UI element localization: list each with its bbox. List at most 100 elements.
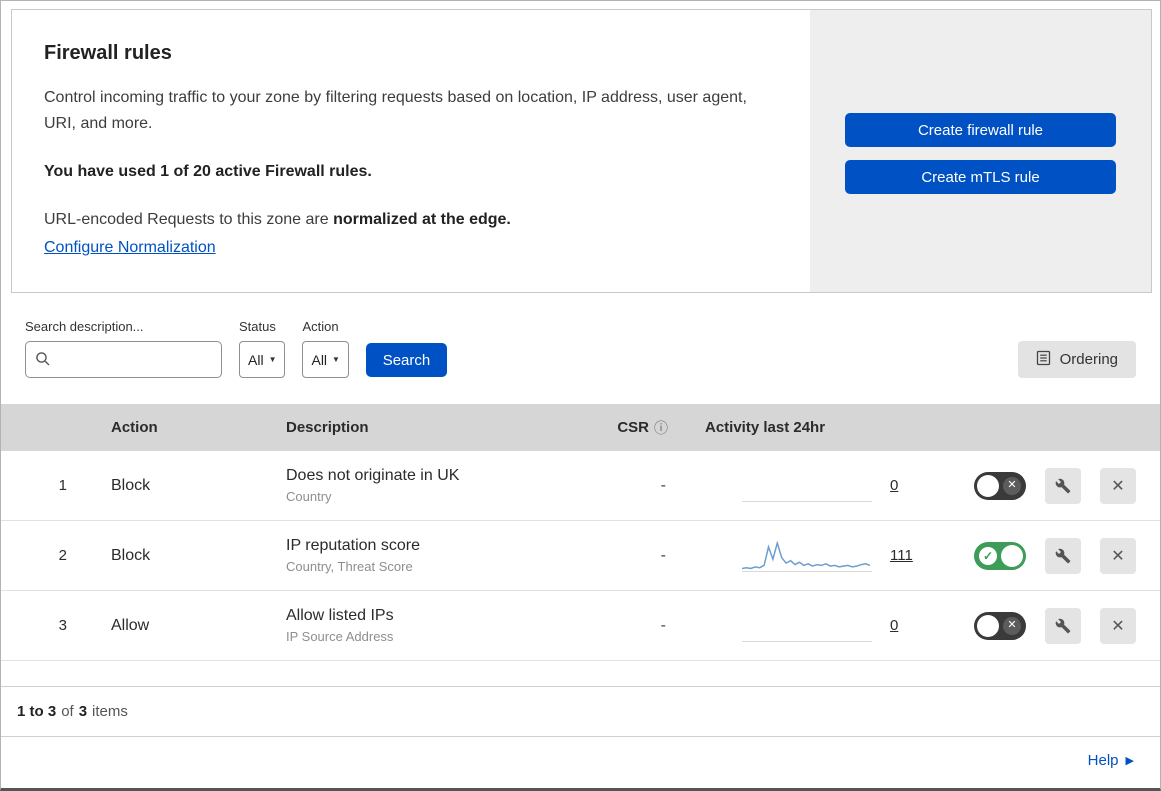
x-icon: ✕ <box>1003 616 1021 635</box>
items-total: 3 <box>78 703 88 720</box>
toggle-knob <box>977 614 999 637</box>
action-filter-label: Action <box>302 319 339 334</box>
normalization-note: URL-encoded Requests to this zone are no… <box>44 211 780 229</box>
check-icon: ✓ <box>979 546 997 565</box>
activity-count-link[interactable]: 111 <box>890 547 913 564</box>
search-filter-group: Search description... <box>25 319 222 378</box>
rule-toggle-cell: ✓ ✕ <box>916 471 1036 500</box>
x-icon: ✕ <box>1003 476 1021 495</box>
rule-activity-cell: 0 <box>676 610 916 642</box>
rule-description: Allow listed IPs <box>286 607 394 624</box>
page-title: Firewall rules <box>44 42 172 64</box>
edit-rule-button[interactable] <box>1045 607 1081 644</box>
rule-fields: Country, Threat Score <box>286 559 413 574</box>
help-link-label: Help <box>1087 751 1119 769</box>
status-filter-label: Status <box>239 319 276 334</box>
status-filter-group: Status All ▼ <box>239 319 286 378</box>
ordering-button-label: Ordering <box>1059 351 1118 368</box>
rule-delete-cell: ✕ <box>1090 607 1146 644</box>
chevron-down-icon: ▼ <box>268 354 277 364</box>
status-filter-dropdown[interactable]: All ▼ <box>239 341 286 378</box>
delete-rule-button[interactable]: ✕ <box>1100 467 1136 504</box>
rule-fields: Country <box>286 489 332 504</box>
activity-sparkline <box>742 470 872 502</box>
delete-rule-button[interactable]: ✕ <box>1100 607 1136 644</box>
rule-action: Block <box>111 546 151 564</box>
rule-csr-value: - <box>660 616 666 634</box>
col-csr-header: CSR ⓘ <box>586 418 676 438</box>
create-mtls-rule-button[interactable]: Create mTLS rule <box>845 160 1116 194</box>
normalization-note-prefix: URL-encoded Requests to this zone are <box>44 211 334 228</box>
x-icon: ✕ <box>1111 477 1125 495</box>
toggle-knob <box>1001 544 1023 567</box>
search-icon <box>35 351 51 372</box>
items-label: items <box>92 703 128 720</box>
activity-sparkline <box>742 610 872 642</box>
status-filter-value: All <box>248 351 264 368</box>
wrench-icon <box>1055 548 1071 563</box>
search-button[interactable]: Search <box>365 343 447 377</box>
rules-usage-note: You have used 1 of 20 active Firewall ru… <box>44 163 372 180</box>
rule-csr-value: - <box>660 546 666 564</box>
firewall-rules-page: Firewall rules Control incoming traffic … <box>0 0 1161 791</box>
help-link[interactable]: Help ▶ <box>1088 752 1134 769</box>
rule-enabled-toggle[interactable]: ✓ ✕ <box>974 541 1026 570</box>
table-row: 2 Block IP reputation score Country, Thr… <box>1 521 1160 591</box>
delete-rule-button[interactable]: ✕ <box>1100 537 1136 574</box>
search-description-input[interactable] <box>25 341 222 378</box>
ordering-button[interactable]: Ordering <box>1017 341 1136 378</box>
action-filter-dropdown[interactable]: All ▼ <box>302 341 349 378</box>
action-filter-value: All <box>311 351 328 368</box>
x-icon: ✕ <box>1111 547 1125 565</box>
create-firewall-rule-button[interactable]: Create firewall rule <box>845 113 1116 147</box>
activity-count-link[interactable]: 0 <box>890 477 898 494</box>
help-row: Help ▶ <box>1 736 1160 783</box>
col-csr-label: CSR <box>617 419 649 436</box>
configure-normalization-link[interactable]: Configure Normalization <box>44 239 216 256</box>
rule-enabled-toggle[interactable]: ✓ ✕ <box>974 611 1026 640</box>
chevron-down-icon: ▼ <box>332 354 340 364</box>
action-filter-group: Action All ▼ <box>302 319 349 378</box>
rule-priority: 2 <box>58 547 67 564</box>
search-filter-label: Search description... <box>25 319 144 334</box>
table-pagination-summary: 1 to 3 of 3 items <box>1 686 1160 736</box>
rule-toggle-cell: ✓ ✕ <box>916 611 1036 640</box>
page-description: Control incoming traffic to your zone by… <box>44 89 747 132</box>
rule-description: IP reputation score <box>286 537 421 554</box>
rule-action: Allow <box>111 616 150 634</box>
rule-priority: 3 <box>58 617 67 634</box>
firewall-overview-card: Firewall rules Control incoming traffic … <box>11 9 1152 293</box>
rule-description-cell: IP reputation score Country, Threat Scor… <box>256 537 586 574</box>
rule-delete-cell: ✕ <box>1090 537 1146 574</box>
toggle-knob <box>977 474 999 497</box>
rule-description-cell: Allow listed IPs IP Source Address <box>256 607 586 644</box>
rule-enabled-toggle[interactable]: ✓ ✕ <box>974 471 1026 500</box>
col-description-header: Description <box>286 419 369 436</box>
table-row: 3 Allow Allow listed IPs IP Source Addre… <box>1 591 1160 661</box>
wrench-icon <box>1055 618 1071 633</box>
rule-description-cell: Does not originate in UK Country <box>256 467 586 504</box>
search-input-wrap <box>25 341 222 378</box>
col-activity-header: Activity last 24hr <box>705 419 826 436</box>
normalization-note-bold: normalized at the edge. <box>333 211 511 228</box>
ordering-list-icon <box>1036 350 1051 370</box>
edit-rule-button[interactable] <box>1045 467 1081 504</box>
rule-activity-cell: 0 <box>676 470 916 502</box>
info-icon[interactable]: ⓘ <box>654 418 668 438</box>
x-icon: ✕ <box>1111 617 1125 635</box>
rule-priority: 1 <box>58 477 67 494</box>
firewall-overview-text: Firewall rules Control incoming traffic … <box>12 10 810 292</box>
rule-fields: IP Source Address <box>286 629 394 644</box>
create-actions-panel: Create firewall rule Create mTLS rule <box>810 10 1151 292</box>
edit-rule-button[interactable] <box>1045 537 1081 574</box>
rule-csr-value: - <box>660 476 666 494</box>
activity-count-link[interactable]: 0 <box>890 617 898 634</box>
filter-bar: Search description... Status All ▼ Actio… <box>1 293 1160 404</box>
rule-edit-cell <box>1036 537 1090 574</box>
rule-description: Does not originate in UK <box>286 467 460 484</box>
col-action-header: Action <box>111 419 158 436</box>
rule-edit-cell <box>1036 467 1090 504</box>
items-of-text: of <box>61 703 74 720</box>
rule-toggle-cell: ✓ ✕ <box>916 541 1036 570</box>
wrench-icon <box>1055 478 1071 493</box>
